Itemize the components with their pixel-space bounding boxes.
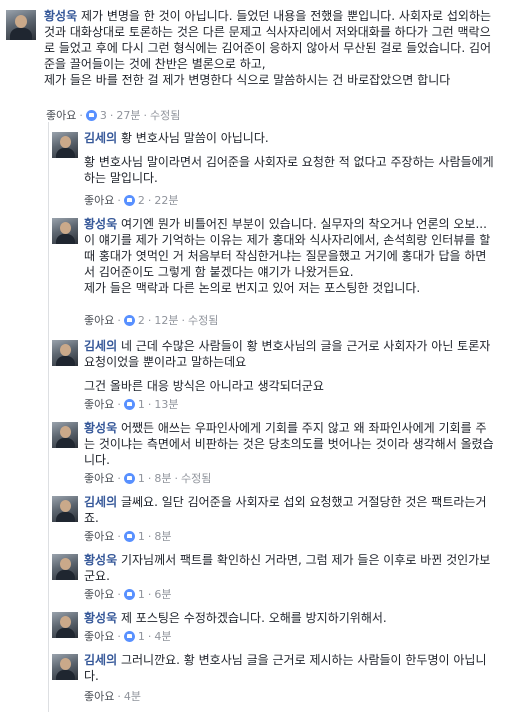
comment-text: 그러니깐요. 황 변호사님 글을 근거로 제시하는 사람들이 한두명이 아닙니다… (84, 653, 487, 683)
reaction-count[interactable]: 2 (138, 314, 145, 327)
avatar[interactable] (52, 654, 78, 680)
like-reaction-icon[interactable] (123, 399, 135, 410)
edited-label[interactable]: 수정됨 (150, 109, 180, 122)
avatar[interactable] (52, 132, 78, 158)
comment-text: 여기엔 뭔가 비틀어진 부분이 있습니다. 실무자의 착오거나 언론의 오보..… (84, 217, 491, 279)
comment-text: 네 근데 수많은 사람들이 황 변호사님의 글을 근거로 사회자가 아닌 토론자… (84, 339, 491, 369)
timestamp[interactable]: 13분 (154, 398, 178, 411)
comment-thread: 황성욱 제가 변명을 한 것이 아닙니다. 들었던 내용을 전했을 뿐입니다. … (0, 0, 506, 712)
comment-actions: 좋아요 · 1 · 13분 (84, 398, 179, 411)
like-reaction-icon[interactable] (123, 195, 135, 206)
comment-actions: 좋아요 · 1 · 8분 (84, 530, 172, 543)
like-button[interactable]: 좋아요 (84, 194, 114, 207)
comment-text: 제가 들은 바를 전한 걸 제가 변명한다 식으로 말씀하시는 건 바로잡았으면… (44, 73, 451, 87)
comment-author[interactable]: 김세의 (84, 495, 117, 509)
comment-author[interactable]: 황성욱 (84, 217, 117, 231)
comment-author[interactable]: 황성욱 (84, 553, 117, 567)
like-button[interactable]: 좋아요 (84, 398, 114, 411)
avatar[interactable] (52, 422, 78, 448)
avatar[interactable] (52, 218, 78, 244)
comment-author[interactable]: 김세의 (84, 653, 117, 667)
comment-text: 황 변호사님 말이라면서 김어준을 사회자로 요청한 적 없다고 주장하는 사람… (84, 155, 494, 185)
timestamp[interactable]: 8분 (154, 530, 171, 543)
avatar[interactable] (6, 10, 36, 40)
comment-actions: 좋아요 · 2 · 12분 · 수정됨 (84, 314, 219, 327)
like-reaction-icon[interactable] (123, 315, 135, 326)
comment: 황성욱 제가 변명을 한 것이 아닙니다. 들었던 내용을 전했을 뿐입니다. … (6, 8, 500, 122)
edited-label[interactable]: 수정됨 (181, 472, 211, 485)
timestamp[interactable]: 4분 (124, 690, 141, 703)
like-button[interactable]: 좋아요 (84, 314, 114, 327)
reaction-count[interactable]: 1 (138, 398, 145, 411)
like-button[interactable]: 좋아요 (84, 588, 114, 601)
comment-author[interactable]: 김세의 (84, 339, 117, 353)
comment-text: 어쨌든 애쓰는 우파인사에게 기회를 주지 않고 왜 좌파인사에게 기회를 주는… (84, 421, 494, 467)
like-reaction-icon[interactable] (123, 631, 135, 642)
comment-text: 제 포스팅은 수정하겠습니다. 오해를 방지하기위해서. (120, 611, 387, 625)
reaction-count[interactable]: 1 (138, 630, 145, 643)
like-button[interactable]: 좋아요 (84, 690, 114, 703)
comment-text: 글쎄요. 일단 김어준을 사회자로 섭외 요청했고 거절당한 것은 팩트라는거죠… (84, 495, 487, 525)
timestamp[interactable]: 12분 (154, 314, 178, 327)
comment-text: 황 변호사님 말씀이 아닙니다. (120, 131, 269, 145)
comment-actions: 좋아요 · 4분 (84, 690, 141, 703)
timestamp[interactable]: 6분 (154, 588, 171, 601)
edited-label[interactable]: 수정됨 (188, 314, 218, 327)
reaction-count[interactable]: 3 (100, 109, 107, 122)
comment-actions: 좋아요 · 1 · 8분 · 수정됨 (84, 472, 212, 485)
avatar[interactable] (52, 340, 78, 366)
comment-text: 제가 변명을 한 것이 아닙니다. 들었던 내용을 전했을 뿐입니다. 사회자로… (44, 9, 492, 71)
avatar[interactable] (52, 554, 78, 580)
reaction-count[interactable]: 2 (138, 194, 145, 207)
avatar[interactable] (52, 612, 78, 638)
timestamp[interactable]: 8분 (154, 472, 171, 485)
comment-text: 기자님께서 팩트를 확인하신 거라면, 그럼 제가 들은 이후로 바뀐 것인가보… (84, 553, 491, 583)
like-button[interactable]: 좋아요 (84, 472, 114, 485)
comment-author[interactable]: 김세의 (84, 131, 117, 145)
timestamp[interactable]: 27분 (116, 109, 140, 122)
like-button[interactable]: 좋아요 (46, 109, 76, 122)
comment-author[interactable]: 황성욱 (84, 611, 117, 625)
reaction-count[interactable]: 1 (138, 588, 145, 601)
avatar[interactable] (52, 496, 78, 522)
comment-text: 그건 올바른 대응 방식은 아니라고 생각되더군요 (84, 379, 324, 393)
comment-actions: 좋아요 · 1 · 6분 (84, 588, 172, 601)
reply-thread-line (48, 122, 49, 712)
like-button[interactable]: 좋아요 (84, 630, 114, 643)
like-reaction-icon[interactable] (123, 473, 135, 484)
comment-actions: 좋아요 · 1 · 4분 (84, 630, 172, 643)
timestamp[interactable]: 4분 (154, 630, 171, 643)
like-button[interactable]: 좋아요 (84, 530, 114, 543)
like-reaction-icon[interactable] (123, 589, 135, 600)
like-reaction-icon[interactable] (85, 110, 97, 121)
reaction-count[interactable]: 1 (138, 530, 145, 543)
like-reaction-icon[interactable] (123, 531, 135, 542)
comment-actions: 좋아요 · 2 · 22분 (84, 194, 179, 207)
reaction-count[interactable]: 1 (138, 472, 145, 485)
comment-text: 제가 들은 맥락과 다른 논의로 번지고 있어 저는 포스팅한 것입니다. (84, 281, 421, 295)
comment-actions: 좋아요 · 3 · 27분 · 수정됨 (46, 109, 181, 122)
comment-author[interactable]: 황성욱 (84, 421, 117, 435)
comment-author[interactable]: 황성욱 (44, 9, 77, 23)
timestamp[interactable]: 22분 (154, 194, 178, 207)
